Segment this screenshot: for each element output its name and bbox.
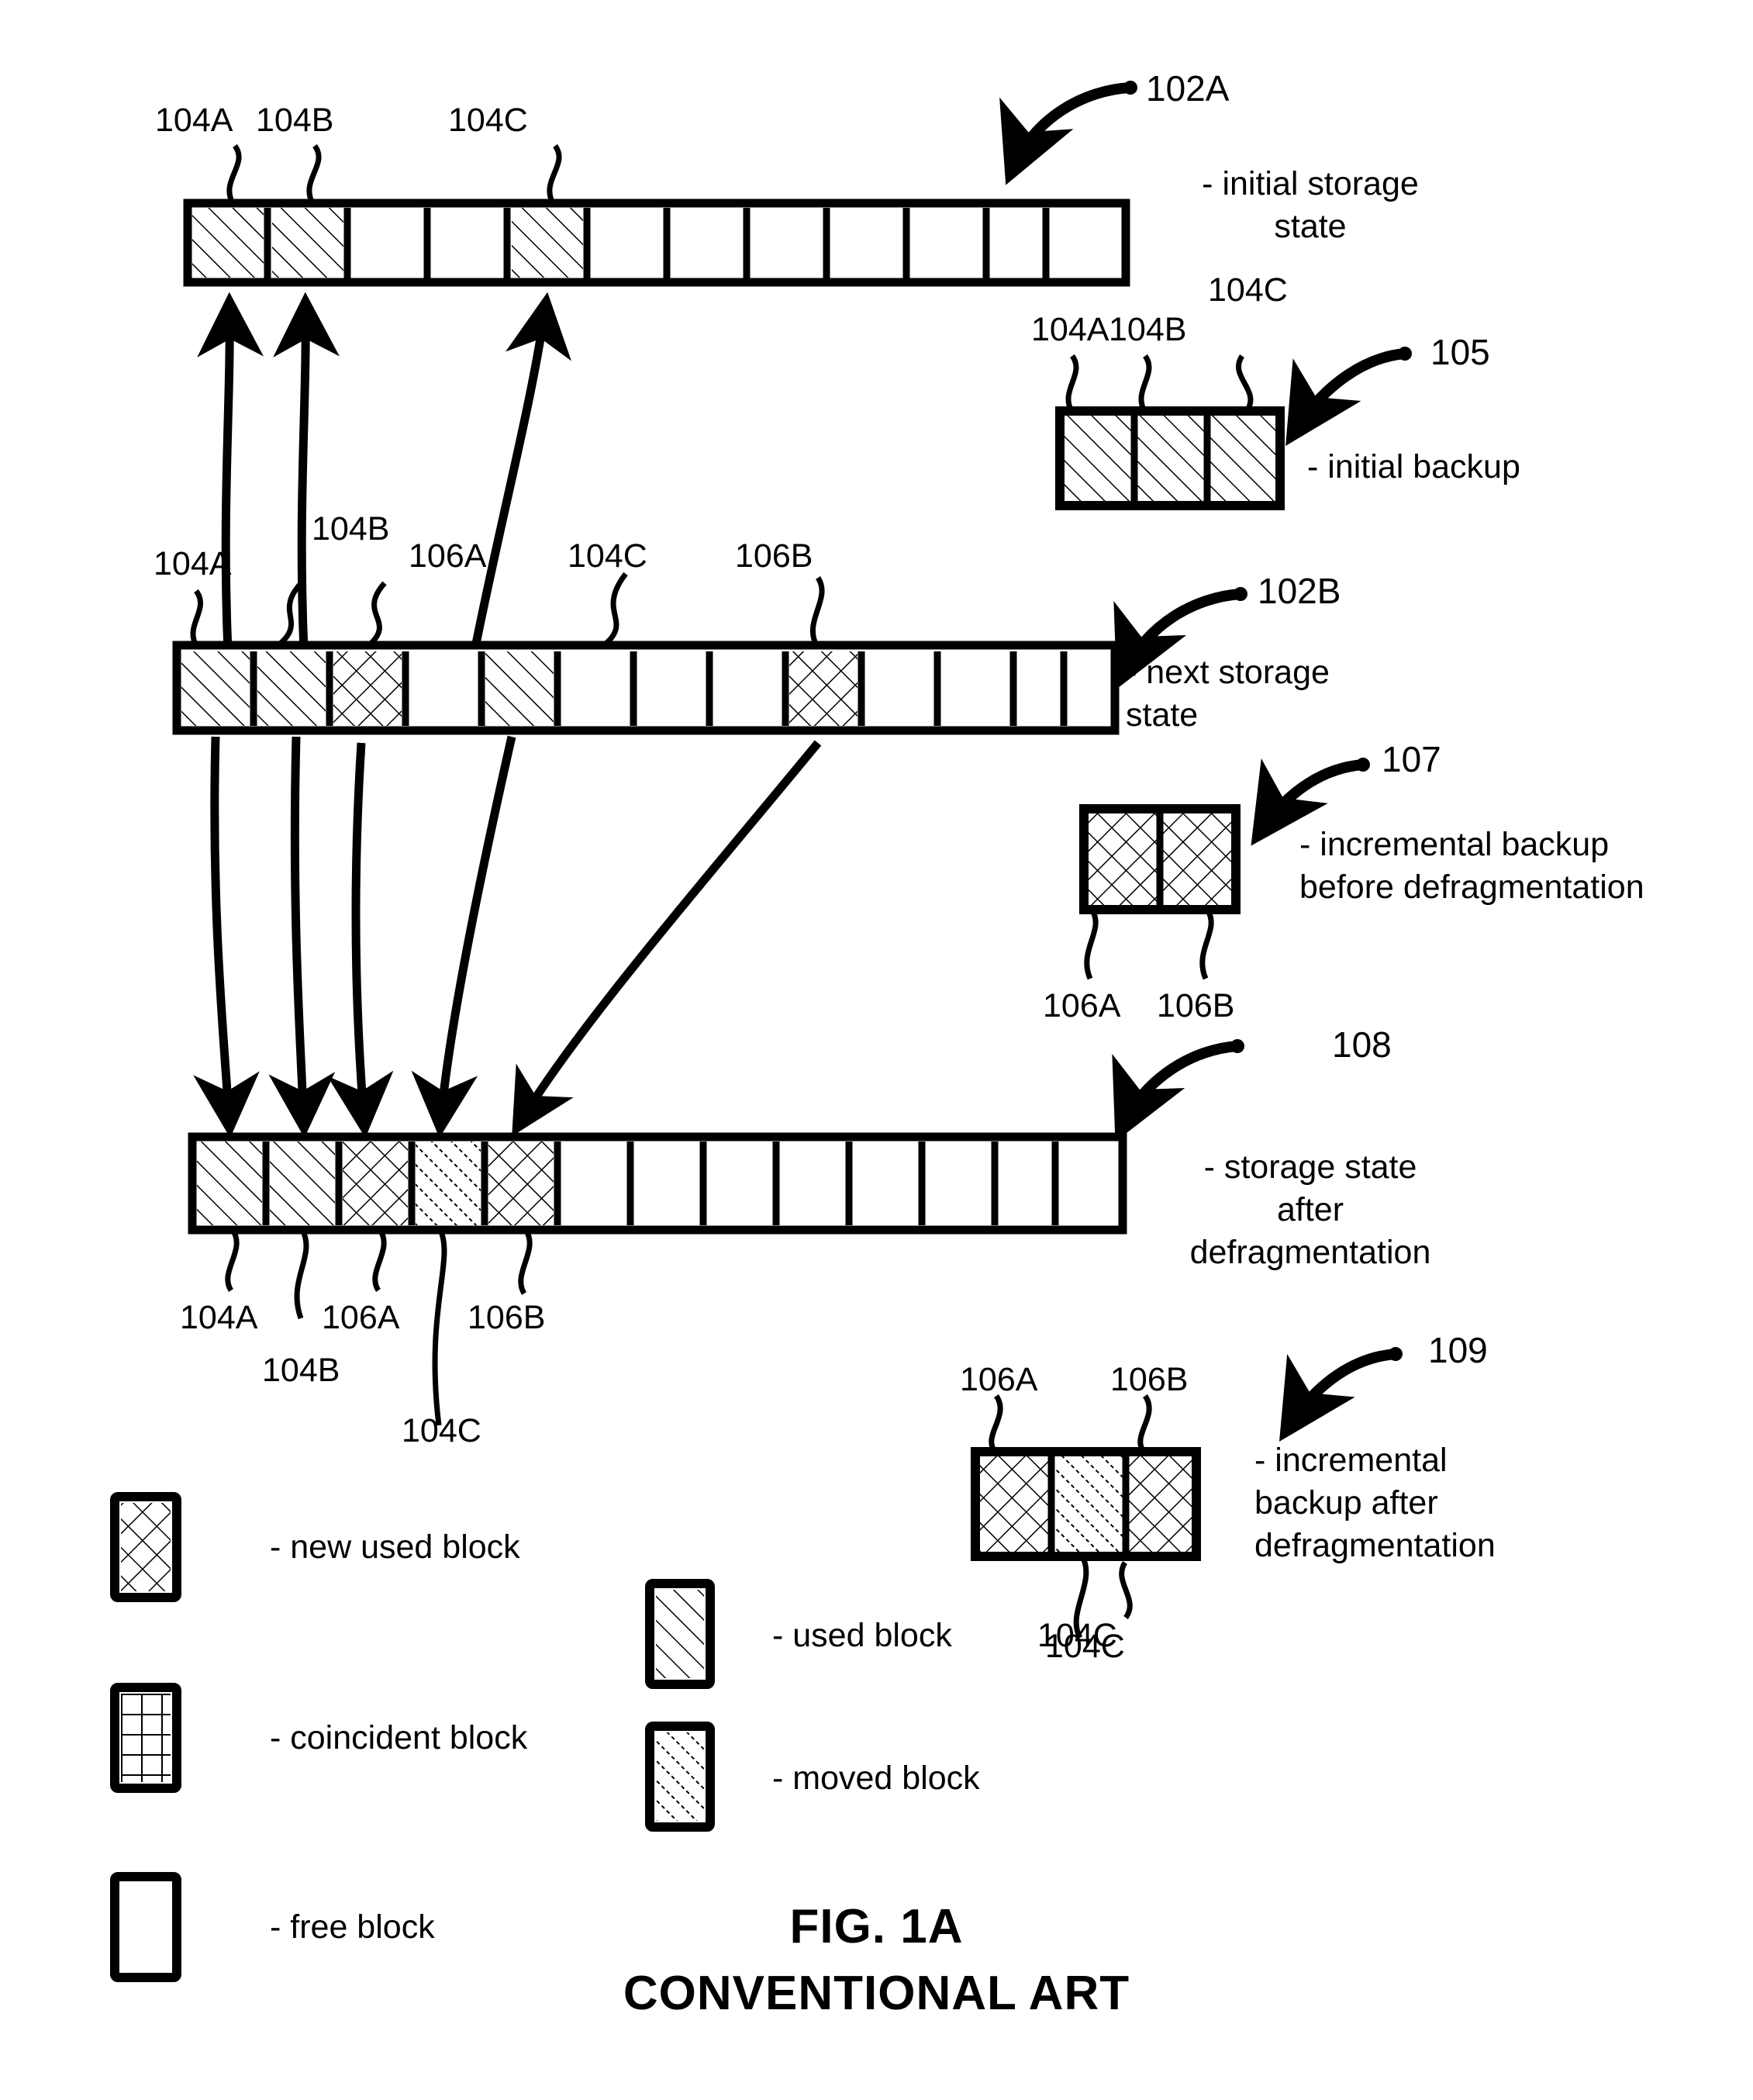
callout-arrow-107 [1251, 758, 1370, 846]
legend-label-new-used-block: - new used block [270, 1528, 520, 1566]
ref-label-104C-105: 104C [1208, 271, 1288, 309]
ref-label-106B-109: 106B [1110, 1361, 1189, 1398]
description-102A: - initial storage state [1202, 165, 1419, 246]
block-mapping-arrows-102B-to-102A [197, 292, 571, 653]
ref-label-106B-108: 106B [468, 1299, 546, 1336]
ref-label-106A-102B: 106A [409, 537, 487, 575]
callout-108: 108 [1332, 1024, 1392, 1065]
description-108: - storage state after defragmentation [1189, 1148, 1431, 1272]
ref-label-104B-102B: 104B [312, 510, 390, 547]
callout-arrow-102A [999, 81, 1137, 185]
legend-swatch-used [645, 1579, 715, 1689]
legend-stray-ref-104C: 104C [1037, 1617, 1117, 1654]
ref-label-106A-108: 106A [322, 1299, 400, 1336]
patent-figure-page: 104A 104B 104C 102A - initial storage st… [0, 0, 1753, 2100]
backup-bar-105 [1055, 406, 1285, 510]
storage-bar-102B [172, 641, 1120, 735]
ref-label-106A-109: 106A [960, 1361, 1038, 1398]
legend-swatch-new-used [110, 1492, 181, 1602]
callout-109: 109 [1428, 1330, 1488, 1370]
ref-label-104A-108: 104A [180, 1299, 258, 1336]
legend-swatch-coincident [110, 1683, 181, 1793]
description-109: - incremental backup after defragmentati… [1254, 1442, 1496, 1565]
callout-arrow-108 [1112, 1039, 1244, 1142]
callout-arrow-105 [1285, 347, 1412, 446]
ref-label-106A-107: 106A [1043, 987, 1121, 1024]
ref-label-104B-108: 104B [262, 1352, 340, 1389]
ref-label-104C-102B: 104C [568, 537, 647, 575]
description-102B: - next storage state [1126, 654, 1330, 734]
leader-lines-102A [226, 143, 562, 205]
legend-swatch-moved [645, 1722, 715, 1832]
leader-line-legend-104C [1119, 1561, 1133, 1620]
callout-arrow-109 [1279, 1347, 1403, 1442]
callout-107: 107 [1382, 739, 1441, 779]
callout-102B: 102B [1258, 571, 1341, 611]
backup-bar-109 [971, 1447, 1201, 1561]
figure-title: FIG. 1A [789, 1900, 964, 1953]
ref-label-104C-108: 104C [402, 1412, 481, 1449]
legend-label-coincident-block: - coincident block [270, 1719, 528, 1756]
ref-label-104A-105: 104A [1031, 311, 1109, 348]
legend-label-moved-block: - moved block [772, 1760, 980, 1797]
legend-label-used-block: - used block [772, 1617, 952, 1654]
storage-bar-108 [188, 1132, 1127, 1235]
storage-bar-102A [183, 199, 1130, 287]
ref-label-104B-102A: 104B [256, 102, 334, 139]
callout-105: 105 [1430, 332, 1490, 372]
ref-label-104A-102A: 104A [155, 102, 233, 139]
ref-label-106B-102B: 106B [735, 537, 813, 575]
ref-label-104C-102A: 104C [448, 102, 528, 139]
description-105: - initial backup [1307, 448, 1520, 485]
ref-label-106B-107: 106B [1157, 987, 1235, 1024]
description-107: - incremental backup before defragmentat… [1299, 826, 1644, 907]
backup-bar-107 [1079, 804, 1241, 914]
ref-label-104B-105: 104B [1109, 311, 1187, 348]
leader-lines-107 [1084, 908, 1214, 980]
callout-102A: 102A [1146, 68, 1230, 109]
block-mapping-arrows-102B-to-108 [193, 735, 822, 1138]
ref-label-104A-102B: 104A [154, 545, 232, 582]
figure-subtitle: CONVENTIONAL ART [623, 1967, 1130, 2020]
leader-lines-102B [190, 572, 825, 648]
leader-lines-105 [1065, 354, 1254, 413]
